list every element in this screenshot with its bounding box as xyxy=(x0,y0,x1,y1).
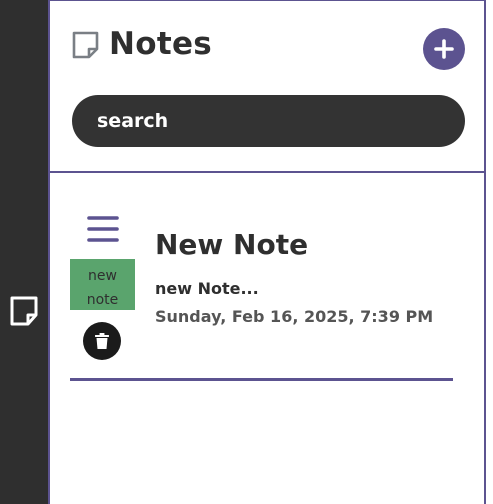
notes-panel: Notes new note New Note new Note... Sund… xyxy=(48,0,486,504)
search-input[interactable] xyxy=(95,109,465,133)
note-preview: new Note... xyxy=(155,279,259,298)
trash-icon xyxy=(95,333,109,349)
note-card[interactable]: new note New Note new Note... Sunday, Fe… xyxy=(70,209,453,382)
note-divider xyxy=(70,378,453,381)
sticky-note-icon xyxy=(71,30,101,60)
drag-handle-icon[interactable] xyxy=(86,215,120,243)
plus-icon xyxy=(434,39,454,59)
add-note-button[interactable] xyxy=(423,28,465,70)
page-title: Notes xyxy=(71,29,212,60)
sticky-note-icon[interactable] xyxy=(8,294,41,328)
note-title[interactable]: New Note xyxy=(155,231,308,259)
note-tag[interactable]: new note xyxy=(70,259,135,310)
note-date: Sunday, Feb 16, 2025, 7:39 PM xyxy=(155,307,434,326)
header-divider xyxy=(50,171,484,173)
search-bar[interactable] xyxy=(72,95,465,147)
delete-note-button[interactable] xyxy=(83,322,121,360)
page-title-text: Notes xyxy=(109,26,213,62)
left-rail xyxy=(0,0,48,504)
